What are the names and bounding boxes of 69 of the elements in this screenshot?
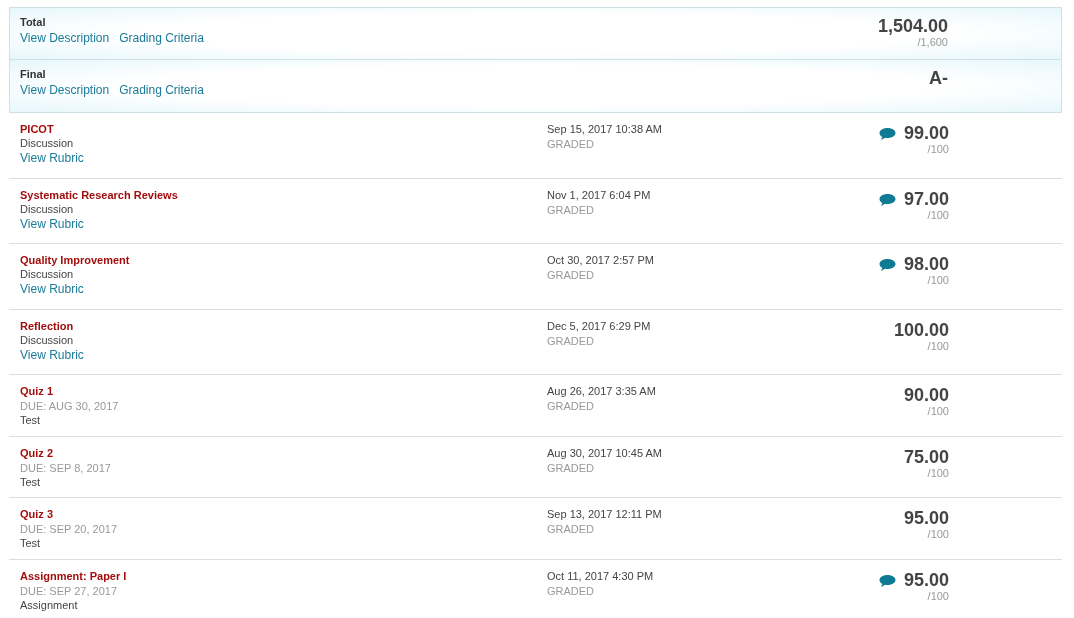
- graded-date: Nov 1, 2017 6:04 PM: [547, 188, 652, 201]
- summary-score: 1,504.00: [877, 16, 948, 36]
- item-score: 100.00: [893, 319, 949, 340]
- grade-status: GRADED: [547, 138, 596, 150]
- rubric-link[interactable]: View Rubric: [20, 347, 547, 362]
- summary-out-of: /1,600: [917, 36, 948, 48]
- item-type: Assignment: [20, 598, 79, 611]
- item-title: Assignment: Paper I: [20, 569, 128, 582]
- item-title: Quality Improvement: [20, 254, 131, 266]
- graded-date: Aug 30, 2017 10:45 AM: [547, 446, 663, 459]
- summary-link[interactable]: View Description: [20, 31, 110, 45]
- summary-link[interactable]: View Description: [20, 83, 110, 97]
- graded-date: Oct 30, 2017 2:57 PM: [547, 254, 655, 266]
- comment-icon[interactable]: [878, 192, 896, 207]
- grade-status: GRADED: [547, 269, 596, 281]
- graded-date: Sep 15, 2017 10:38 AM: [547, 123, 663, 135]
- summary-score: A-: [929, 68, 948, 88]
- item-score: 95.00: [903, 569, 949, 590]
- item-out-of: /100: [927, 339, 949, 352]
- due-date: DUE: SEP 20, 2017: [20, 523, 119, 535]
- item-out-of: /100: [927, 143, 949, 155]
- rubric-link[interactable]: View Rubric: [20, 151, 547, 165]
- item-out-of: /100: [927, 274, 949, 286]
- grade-status: GRADED: [547, 203, 596, 216]
- graded-date: Dec 5, 2017 6:29 PM: [547, 319, 652, 332]
- comment-icon[interactable]: [878, 127, 896, 141]
- summary-label: Final: [20, 68, 46, 80]
- due-date: DUE: AUG 30, 2017: [20, 400, 120, 412]
- item-score: 97.00: [903, 188, 949, 209]
- summary-link[interactable]: Grading Criteria: [119, 31, 204, 45]
- rubric-link[interactable]: View Rubric: [20, 282, 547, 296]
- item-title: Reflection: [20, 319, 75, 332]
- comment-icon[interactable]: [878, 258, 896, 272]
- item-type: Test: [20, 475, 42, 488]
- item-title: Quiz 2: [20, 446, 54, 459]
- grade-status: GRADED: [547, 584, 596, 597]
- graded-date: Oct 11, 2017 4:30 PM: [547, 569, 655, 582]
- item-title: Quiz 1: [20, 385, 54, 397]
- item-type: Discussion: [20, 202, 75, 215]
- item-out-of: /100: [927, 528, 949, 540]
- item-out-of: /100: [927, 405, 949, 417]
- item-type: Discussion: [20, 333, 75, 346]
- item-score: 95.00: [903, 508, 949, 528]
- grade-status: GRADED: [547, 334, 596, 347]
- rubric-link[interactable]: View Rubric: [20, 216, 547, 231]
- summary-link[interactable]: Grading Criteria: [119, 83, 204, 97]
- due-date: DUE: SEP 27, 2017: [20, 584, 119, 597]
- comment-icon[interactable]: [878, 573, 896, 588]
- item-type: Discussion: [20, 137, 75, 149]
- item-type: Test: [20, 414, 42, 426]
- graded-date: Sep 13, 2017 12:11 PM: [547, 508, 663, 520]
- item-out-of: /100: [927, 589, 949, 602]
- item-type: Discussion: [20, 268, 75, 280]
- item-title: Quiz 3: [20, 508, 54, 520]
- grade-status: GRADED: [547, 461, 596, 474]
- item-score: 99.00: [903, 123, 949, 143]
- summary-label: Total: [20, 16, 46, 28]
- item-score: 98.00: [903, 254, 949, 274]
- due-date: DUE: SEP 8, 2017: [20, 461, 112, 474]
- item-title: PICOT: [20, 123, 55, 135]
- grade-status: GRADED: [547, 400, 596, 412]
- item-title: Systematic Research Reviews: [20, 188, 179, 201]
- item-out-of: /100: [927, 466, 949, 479]
- item-score: 90.00: [903, 385, 949, 405]
- item-score: 75.00: [903, 446, 949, 467]
- item-out-of: /100: [927, 208, 949, 221]
- grade-status: GRADED: [547, 523, 596, 535]
- graded-date: Aug 26, 2017 3:35 AM: [547, 385, 657, 397]
- item-type: Test: [20, 537, 42, 549]
